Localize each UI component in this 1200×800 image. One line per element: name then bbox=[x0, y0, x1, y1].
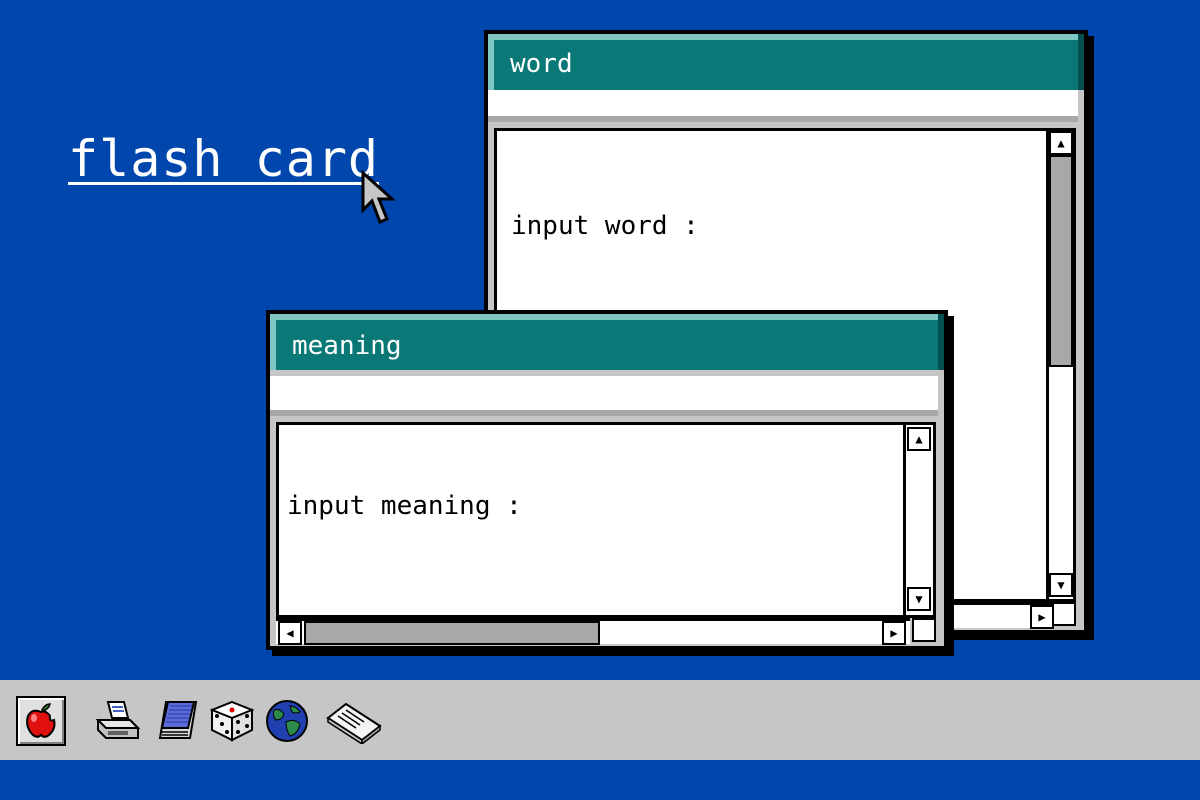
meaning-content-area[interactable]: input meaning : ▲ ▼ bbox=[276, 422, 936, 618]
apple-icon bbox=[26, 703, 56, 738]
word-vertical-scrollbar[interactable]: ▲ ▼ bbox=[1046, 131, 1073, 599]
meaning-horizontal-scrollbar[interactable]: ◀ ▶ bbox=[276, 618, 910, 645]
dice-icon[interactable] bbox=[210, 698, 256, 744]
word-vertical-scroll-thumb[interactable] bbox=[1049, 155, 1073, 367]
meaning-window: meaning input meaning : ▲ ▼ ◀ ▶ bbox=[266, 310, 948, 650]
scroll-up-arrow-icon[interactable]: ▲ bbox=[1049, 131, 1073, 155]
scroll-right-arrow-icon[interactable]: ▶ bbox=[882, 621, 906, 645]
meaning-window-titlebar[interactable]: meaning bbox=[270, 314, 944, 370]
notepad-icon[interactable] bbox=[156, 698, 202, 744]
meaning-horizontal-scroll-thumb[interactable] bbox=[304, 621, 600, 645]
scroll-left-arrow-icon[interactable]: ◀ bbox=[278, 621, 302, 645]
scroll-down-arrow-icon[interactable]: ▼ bbox=[907, 587, 931, 611]
word-window-titlebar[interactable]: word bbox=[488, 34, 1084, 90]
scroll-right-arrow-icon[interactable]: ▶ bbox=[1030, 605, 1054, 629]
scroll-up-arrow-icon[interactable]: ▲ bbox=[907, 427, 931, 451]
meaning-window-menubar bbox=[270, 376, 938, 416]
scroll-down-arrow-icon[interactable]: ▼ bbox=[1049, 573, 1073, 597]
word-input-prompt: input word : bbox=[511, 211, 699, 241]
meaning-vertical-scrollbar[interactable]: ▲ ▼ bbox=[903, 425, 933, 615]
mouse-cursor-icon bbox=[361, 170, 396, 224]
scanner-icon[interactable] bbox=[326, 698, 382, 744]
word-resize-corner[interactable] bbox=[1052, 602, 1076, 626]
meaning-resize-corner[interactable] bbox=[912, 618, 936, 642]
flash-card-link[interactable]: flash card bbox=[68, 130, 379, 188]
taskbar bbox=[0, 680, 1200, 760]
word-window-title: word bbox=[510, 49, 573, 79]
globe-icon[interactable] bbox=[264, 698, 310, 744]
meaning-input-prompt: input meaning : bbox=[287, 491, 522, 521]
apple-menu-button[interactable] bbox=[16, 696, 66, 746]
printer-icon[interactable] bbox=[94, 698, 140, 744]
word-window-menubar bbox=[488, 90, 1078, 122]
meaning-window-title: meaning bbox=[292, 331, 402, 361]
